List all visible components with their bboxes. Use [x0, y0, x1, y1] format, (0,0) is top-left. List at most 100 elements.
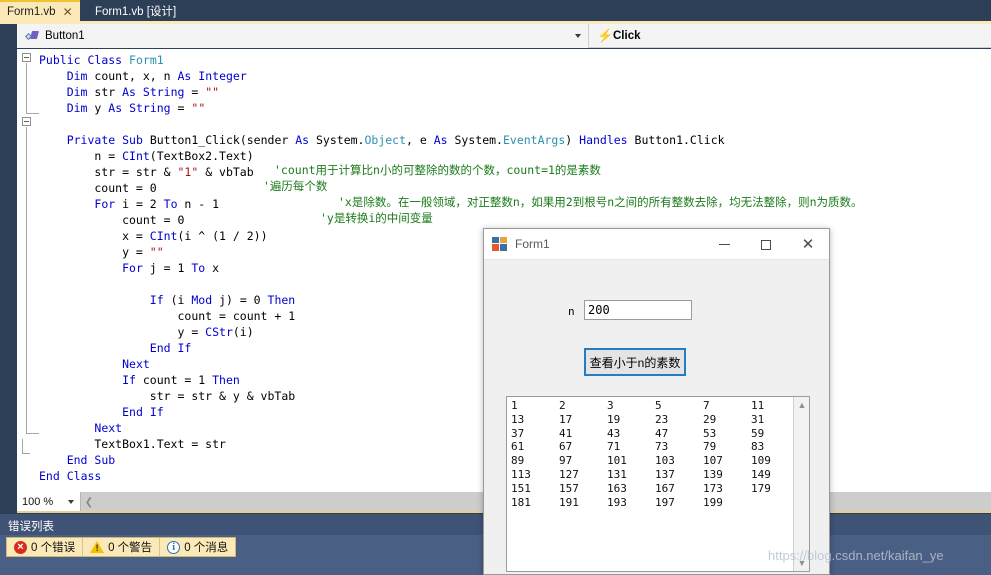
messages-filter-button[interactable]: 0 个消息	[160, 538, 235, 556]
primes-output-scrollbar[interactable]: ▲ ▼	[793, 397, 809, 571]
warning-icon	[90, 541, 105, 553]
prime-value: 41	[559, 426, 573, 440]
member-dropdown[interactable]: Button1	[17, 24, 589, 48]
prime-value: 67	[559, 440, 573, 454]
error-list-title: 错误列表	[8, 521, 54, 533]
primes-output-textbox[interactable]: 1 2 3 5 7 11 13 17 19 23 29 31 37 41 43 47 53 59 61 67 71 73 7…	[506, 396, 810, 572]
info-icon	[167, 540, 181, 554]
primes-output-text: 1 2 3 5 7 11 13 17 19 23 29 31 37 41 43 47 53 59 61 67 71 73 7…	[507, 397, 793, 571]
prime-value: 47	[655, 426, 669, 440]
scroll-left-icon[interactable]: ❮	[81, 492, 97, 512]
primes-row: 61 67 71 73 79 83	[511, 440, 793, 454]
maximize-icon	[761, 239, 771, 250]
close-button[interactable]: ✕	[787, 229, 829, 260]
prime-value: 83	[751, 440, 765, 454]
vb-form-icon	[492, 236, 508, 252]
prime-value: 131	[607, 467, 627, 481]
document-tab-strip: Form1.vb ✕ Form1.vb [设计]	[0, 0, 991, 21]
prime-value: 13	[511, 412, 525, 426]
messages-filter-label: 0 个消息	[184, 542, 229, 554]
minimize-button[interactable]	[703, 229, 745, 260]
method-icon	[24, 30, 40, 42]
prime-value: 59	[751, 426, 765, 440]
prime-value: 167	[655, 481, 675, 495]
code-line: Dim count, x, n As Integer	[66, 69, 247, 83]
prime-value: 101	[607, 454, 627, 468]
code-line: count = 0	[39, 213, 185, 227]
code-line: Public Class Form1	[39, 53, 164, 67]
zoom-level-value: 100 %	[22, 496, 54, 508]
code-navigation-bar: Button1 ⚡ Click	[17, 24, 991, 48]
prime-value: 181	[511, 495, 531, 509]
prime-value: 193	[607, 495, 627, 509]
prime-value: 3	[607, 399, 614, 412]
primes-row: 113 127 131 137 139 149	[511, 468, 793, 482]
primes-row: 1 2 3 5 7 11	[511, 399, 793, 413]
prime-value: 29	[703, 412, 717, 426]
primes-row: 181 191 193 197 199	[511, 496, 793, 510]
code-comment: 'x是除数。在一般领域，对正整数n，如果用2到根号n之间的所有整数去除，均无法整…	[338, 195, 863, 209]
prime-value: 97	[559, 454, 573, 468]
prime-value: 151	[511, 481, 531, 495]
show-primes-button[interactable]: 查看小于n的素数	[584, 348, 686, 376]
tab-form1-vb-design[interactable]: Form1.vb [设计]	[88, 0, 184, 21]
chevron-up-icon[interactable]: ▲	[794, 397, 809, 413]
prime-value: 89	[511, 454, 525, 468]
prime-value: 7	[703, 399, 710, 412]
prime-value: 113	[511, 467, 531, 481]
n-label: n	[568, 305, 575, 318]
form1-title: Form1	[515, 237, 550, 251]
prime-value: 139	[703, 467, 723, 481]
prime-value: 5	[655, 399, 662, 412]
warnings-filter-button[interactable]: 0 个警告	[83, 538, 161, 556]
code-line: Private Sub Button1_Click(sender As Syst…	[66, 133, 725, 147]
prime-value: 157	[559, 481, 579, 495]
errors-filter-label: 0 个错误	[31, 542, 76, 554]
tab-label: Form1.vb	[7, 5, 56, 18]
prime-value: 11	[751, 399, 765, 412]
prime-value: 197	[655, 495, 675, 509]
prime-value: 61	[511, 440, 525, 454]
chevron-down-icon[interactable]	[575, 34, 581, 38]
visual-studio-window: Form1.vb ✕ Form1.vb [设计] Button1 ⚡ Click	[0, 0, 991, 575]
close-icon: ✕	[801, 236, 815, 253]
prime-value: 23	[655, 412, 669, 426]
minimize-icon	[718, 244, 730, 245]
form1-window-buttons: ✕	[703, 229, 829, 260]
warnings-filter-label: 0 个警告	[108, 542, 153, 554]
member-dropdown-value: Button1	[45, 30, 85, 42]
tab-form1-vb-code[interactable]: Form1.vb ✕	[0, 0, 80, 21]
chevron-down-icon[interactable]: ▼	[794, 555, 809, 571]
form1-application-window[interactable]: Form1 ✕ n 200 查看小于n的素数 1 2 3 5 7 11 13 17 19 23 29…	[483, 228, 830, 575]
prime-value: 53	[703, 426, 717, 440]
zoom-level-dropdown[interactable]: 100 %	[17, 492, 81, 512]
primes-row: 37 41 43 47 53 59	[511, 427, 793, 441]
maximize-button[interactable]	[745, 229, 787, 260]
form1-title-bar[interactable]: Form1 ✕	[484, 229, 829, 260]
prime-value: 179	[751, 481, 771, 495]
errors-filter-button[interactable]: 0 个错误	[7, 538, 84, 556]
prime-value: 37	[511, 426, 525, 440]
code-line: Dim y As String = ""	[66, 101, 206, 115]
prime-value: 2	[559, 399, 566, 412]
prime-value: 71	[607, 440, 621, 454]
prime-value: 137	[655, 467, 675, 481]
prime-value	[751, 496, 799, 510]
close-icon[interactable]: ✕	[63, 5, 73, 19]
prime-value: 149	[751, 467, 771, 481]
prime-value: 73	[655, 440, 669, 454]
fold-toggle-class[interactable]	[22, 53, 31, 62]
editor-outlining-gutter	[17, 49, 39, 492]
prime-value: 109	[751, 454, 771, 468]
n-input[interactable]: 200	[584, 300, 692, 320]
fold-toggle-sub[interactable]	[22, 117, 31, 126]
primes-row: 13 17 19 23 29 31	[511, 413, 793, 427]
tab-label: Form1.vb [设计]	[95, 5, 177, 18]
code-comment: 'y是转换i的中间变量	[320, 211, 433, 225]
event-dropdown[interactable]: ⚡ Click	[589, 24, 991, 47]
prime-value: 1	[511, 399, 518, 412]
lightning-bolt-icon: ⚡	[597, 28, 614, 43]
chevron-down-icon[interactable]	[68, 500, 74, 504]
code-comment: 'count用于计算比n小的可整除的数的个数，count=1的是素数	[274, 163, 601, 177]
